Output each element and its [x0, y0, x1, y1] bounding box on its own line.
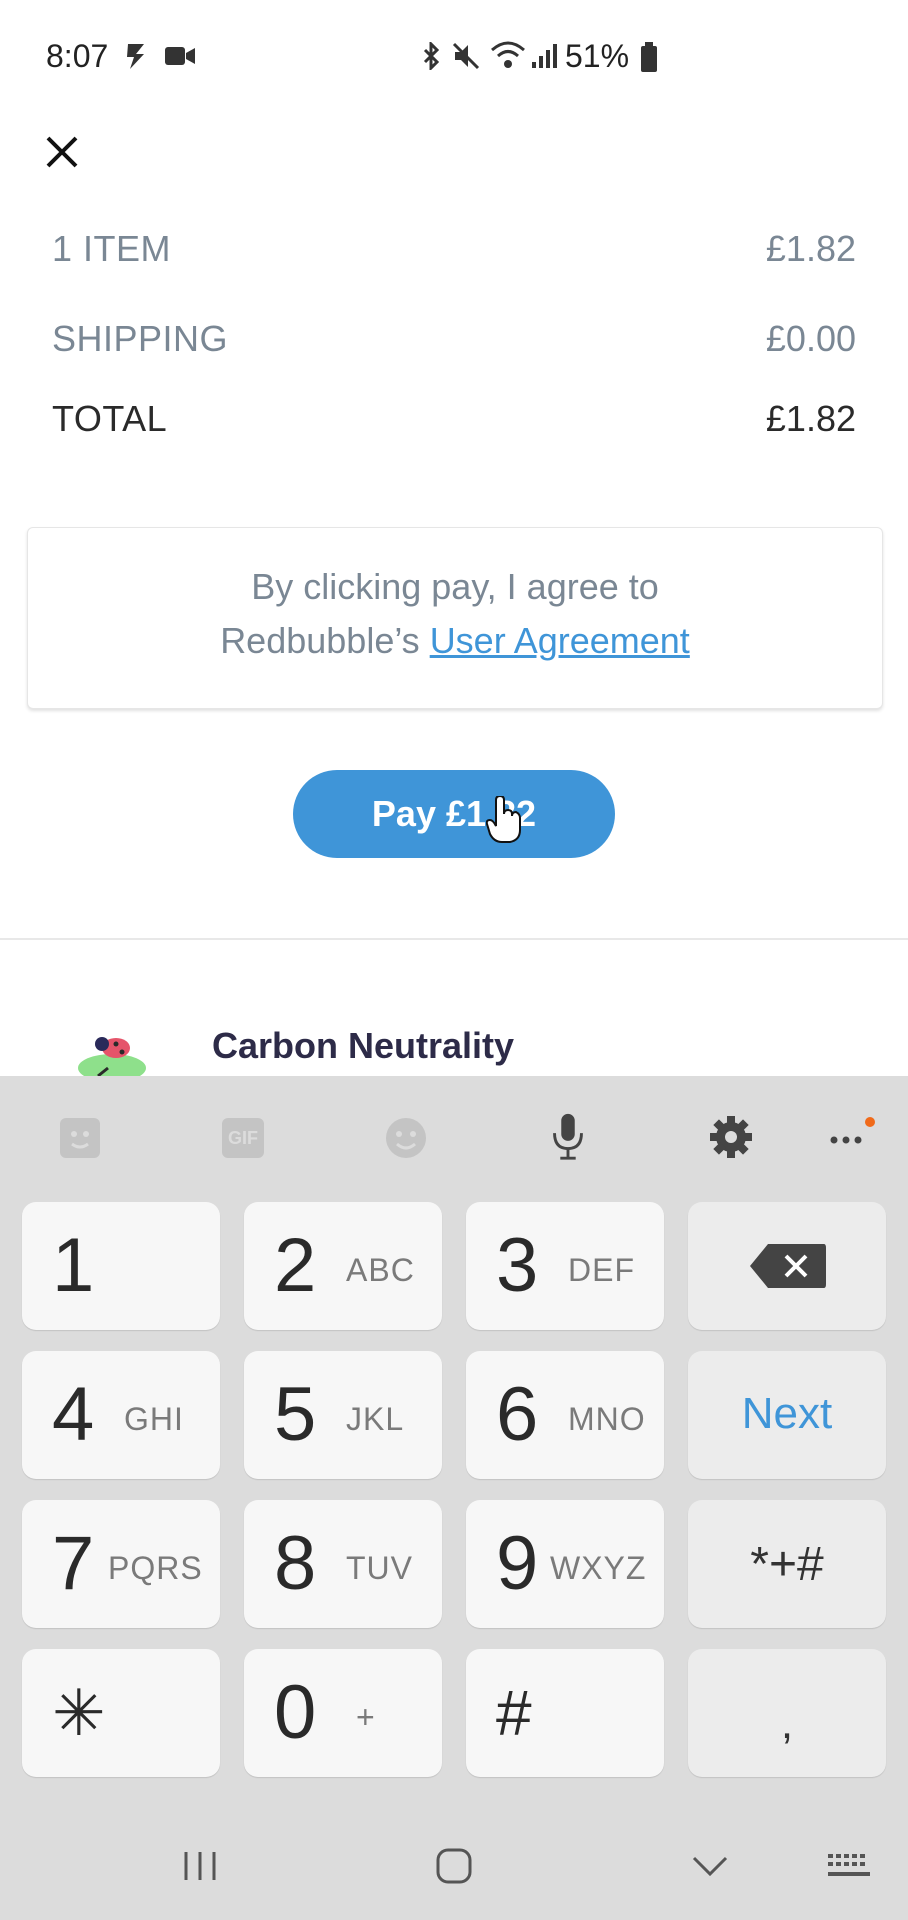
wifi-icon: [491, 41, 525, 68]
mute-icon: [452, 42, 480, 70]
sticker-icon[interactable]: [58, 1112, 102, 1162]
status-time: 8:07: [46, 38, 109, 74]
keyboard-switch-icon[interactable]: [826, 1850, 872, 1882]
recent-apps-icon[interactable]: [180, 1848, 220, 1884]
item-count-label: 1 ITEM: [52, 228, 172, 269]
comma-key-label: ,: [780, 1699, 794, 1748]
emoji-icon[interactable]: [384, 1112, 428, 1162]
next-key-label: Next: [741, 1389, 833, 1438]
key-1[interactable]: 1: [22, 1202, 220, 1330]
total-label: TOTAL: [52, 398, 168, 439]
status-bar: 8:07 51%: [0, 0, 908, 110]
key-7[interactable]: 7 PQRS: [22, 1500, 220, 1628]
key-6[interactable]: 6 MNO: [466, 1351, 664, 1479]
pay-button[interactable]: Pay £1.82: [293, 770, 615, 858]
agreement-prefix: Redbubble’s: [220, 620, 430, 661]
next-key[interactable]: Next: [688, 1351, 886, 1479]
symbols-key-label: *+#: [750, 1538, 824, 1591]
battery-icon: [641, 42, 657, 72]
video-camera-icon: [165, 47, 195, 65]
symbols-key[interactable]: *+#: [688, 1500, 886, 1628]
key-9[interactable]: 9 WXYZ: [466, 1500, 664, 1628]
backspace-key[interactable]: [688, 1202, 886, 1330]
comma-key[interactable]: ,: [688, 1649, 886, 1777]
key-asterisk[interactable]: ✳: [22, 1649, 220, 1777]
item-price-value: £1.82: [765, 228, 856, 269]
key-8[interactable]: 8 TUV: [244, 1500, 442, 1628]
signal-icon: [532, 44, 557, 68]
key-5[interactable]: 5 JKL: [244, 1351, 442, 1479]
notification-bolt-icon: [127, 44, 144, 69]
hide-keyboard-chevron-icon[interactable]: [690, 1852, 730, 1880]
key-0[interactable]: 0 +: [244, 1649, 442, 1777]
home-icon[interactable]: [434, 1846, 474, 1886]
key-4[interactable]: 4 GHI: [22, 1351, 220, 1479]
key-3[interactable]: 3 DEF: [466, 1202, 664, 1330]
microphone-icon[interactable]: [550, 1112, 586, 1162]
backspace-icon: [750, 1244, 826, 1288]
user-agreement-link[interactable]: User Agreement: [430, 620, 690, 661]
section-divider: [0, 938, 908, 940]
bluetooth-icon: [423, 42, 440, 70]
total-value: £1.82: [765, 398, 856, 439]
ladybug-leaf-icon: [78, 1037, 146, 1078]
more-options-icon[interactable]: [826, 1112, 878, 1162]
key-hash[interactable]: #: [466, 1649, 664, 1777]
settings-gear-icon[interactable]: [708, 1112, 754, 1162]
agreement-text-line1: By clicking pay, I agree to: [251, 566, 659, 607]
shipping-label: SHIPPING: [52, 318, 229, 359]
close-icon[interactable]: [42, 132, 82, 172]
cursor-hand-icon: [486, 796, 521, 843]
battery-percentage: 51%: [565, 38, 630, 74]
agreement-card: By clicking pay, I agree to Redbubble’s …: [27, 527, 883, 709]
gif-icon[interactable]: GIF: [222, 1118, 264, 1158]
agreement-text-line2: Redbubble’s User Agreement: [28, 620, 882, 662]
key-2[interactable]: 2 ABC: [244, 1202, 442, 1330]
carbon-neutrality-title: Carbon Neutrality: [212, 1025, 515, 1066]
shipping-value: £0.00: [765, 318, 856, 359]
